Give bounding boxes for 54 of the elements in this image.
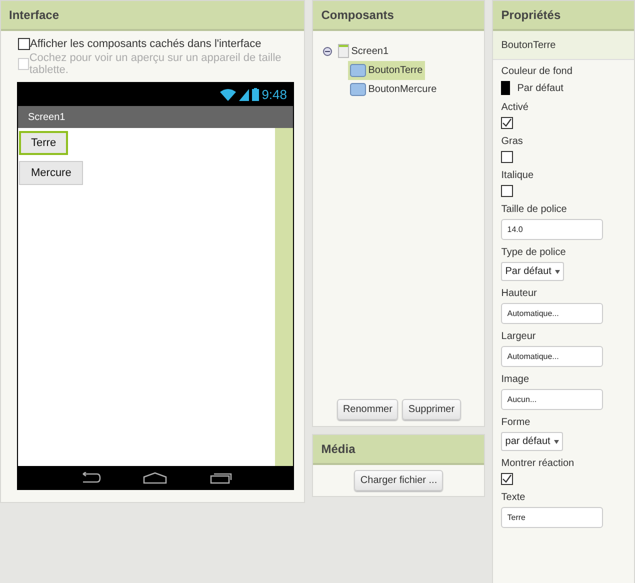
property-label: Gras bbox=[501, 136, 523, 147]
screen-icon bbox=[338, 44, 350, 58]
tree-item[interactable]: Screen1 bbox=[336, 41, 391, 61]
input-field[interactable]: Automatique... bbox=[501, 303, 604, 324]
tree-item[interactable]: BoutonTerre bbox=[348, 61, 425, 80]
dropdown[interactable]: par défaut bbox=[501, 432, 564, 451]
button-component-icon bbox=[350, 83, 366, 96]
input-field[interactable]: Aucun... bbox=[501, 389, 604, 410]
property-label: Couleur de fond bbox=[501, 66, 572, 77]
color-swatch[interactable] bbox=[501, 81, 510, 95]
screen-title: Screen1 bbox=[28, 112, 66, 122]
preview-button[interactable]: Terre bbox=[19, 131, 68, 155]
property-label: Texte bbox=[501, 492, 526, 503]
color-value[interactable]: Par défaut bbox=[517, 82, 564, 94]
upload-button[interactable]: Charger fichier ... bbox=[354, 470, 444, 491]
input-field[interactable]: Terre bbox=[501, 507, 604, 528]
property-label: Hauteur bbox=[501, 288, 537, 299]
checkbox-label: Afficher les composants cachés dans l'interface bbox=[30, 38, 262, 50]
checkbox[interactable] bbox=[501, 185, 514, 197]
checkbox-label: Cochez pour voir un aperçu sur un appareil de taille tablette. bbox=[29, 52, 282, 76]
dropdown[interactable]: Par défaut bbox=[501, 262, 564, 281]
property-label: Montrer réaction bbox=[501, 458, 574, 469]
panel-title: Média bbox=[313, 435, 484, 465]
wifi-icon bbox=[220, 88, 236, 100]
tree-item[interactable]: BoutonMercure bbox=[348, 80, 439, 99]
status-time: 9:48 bbox=[262, 87, 287, 102]
checkbox[interactable] bbox=[501, 117, 514, 129]
panel-title: Composants bbox=[313, 1, 484, 31]
property-label: Forme bbox=[501, 417, 530, 428]
component-name: BoutonTerre bbox=[501, 40, 556, 50]
property-label: Image bbox=[501, 374, 530, 385]
collapse-icon[interactable] bbox=[323, 46, 332, 56]
input-field[interactable]: Automatique... bbox=[501, 346, 604, 367]
caret-icon bbox=[555, 270, 560, 274]
button-component-icon bbox=[350, 64, 366, 77]
panel-title: Propriétés bbox=[493, 1, 634, 31]
property-label: Type de police bbox=[501, 247, 566, 258]
property-label: Italique bbox=[501, 170, 534, 181]
property-label: Activé bbox=[501, 102, 528, 113]
checkbox[interactable] bbox=[501, 151, 514, 163]
property-label: Largeur bbox=[501, 331, 536, 342]
property-label: Taille de police bbox=[501, 204, 567, 215]
action-button[interactable]: Renommer bbox=[336, 399, 398, 420]
home-icon[interactable] bbox=[143, 472, 168, 484]
caret-icon bbox=[554, 440, 560, 444]
checkbox[interactable] bbox=[18, 38, 30, 50]
action-button[interactable]: Supprimer bbox=[402, 399, 461, 420]
input-field[interactable]: 14.0 bbox=[501, 219, 604, 240]
signal-icon bbox=[238, 88, 249, 100]
preview-button[interactable]: Mercure bbox=[19, 161, 84, 185]
panel-title: Interface bbox=[1, 1, 304, 31]
checkbox[interactable] bbox=[501, 473, 514, 485]
recent-apps-icon[interactable] bbox=[210, 472, 232, 484]
battery-icon bbox=[252, 88, 259, 101]
